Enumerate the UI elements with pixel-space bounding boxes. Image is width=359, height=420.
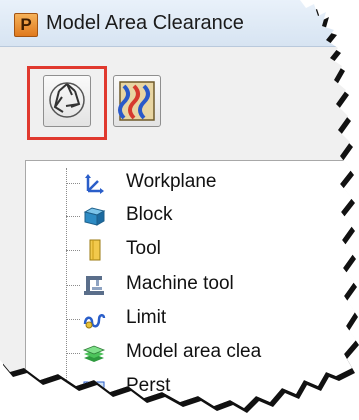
tree-branch-line bbox=[66, 319, 80, 320]
tree-branch-line bbox=[66, 353, 80, 354]
tree-item-limit[interactable]: Limit bbox=[66, 304, 359, 334]
model-area-clearance-icon bbox=[82, 342, 106, 364]
tree-branch-line bbox=[66, 183, 80, 184]
tree-item-label: Limit bbox=[126, 307, 167, 328]
tree-item-workplane[interactable]: Workplane bbox=[66, 168, 359, 198]
tree-branch-line bbox=[66, 250, 80, 251]
recycle-button[interactable] bbox=[43, 75, 91, 127]
limit-icon bbox=[82, 308, 106, 330]
tree-item-block[interactable]: Block bbox=[66, 201, 359, 231]
tool-icon bbox=[82, 239, 106, 261]
tree-item-label: Workplane bbox=[126, 171, 217, 192]
tree-item-label: Block bbox=[126, 204, 173, 225]
machine-tool-icon bbox=[82, 274, 106, 296]
model-area-clearance-window: P Model Area Clearance Workplane Block T… bbox=[0, 0, 359, 417]
tree-branch-line bbox=[66, 216, 80, 217]
app-logo-icon: P bbox=[14, 13, 38, 37]
tree-item-label: Tool bbox=[126, 238, 161, 259]
window-title: Model Area Clearance bbox=[46, 12, 244, 34]
block-cube-icon bbox=[82, 205, 106, 227]
tree-item-tool[interactable]: Tool bbox=[66, 235, 359, 265]
title-bar: P Model Area Clearance bbox=[0, 0, 359, 47]
tree-item-label: Machine tool bbox=[126, 273, 234, 294]
tree-item-model-area-clearance[interactable]: Model area clea bbox=[66, 338, 359, 368]
tree-item-machine-tool[interactable]: Machine tool bbox=[66, 270, 359, 300]
pattern-tiles-icon bbox=[114, 76, 160, 126]
recycle-icon bbox=[44, 76, 90, 126]
tree-item-label: Model area clea bbox=[126, 341, 262, 362]
pattern-button[interactable] bbox=[113, 75, 161, 127]
workplane-axes-icon bbox=[82, 172, 106, 194]
tree-branch-line bbox=[66, 285, 80, 286]
